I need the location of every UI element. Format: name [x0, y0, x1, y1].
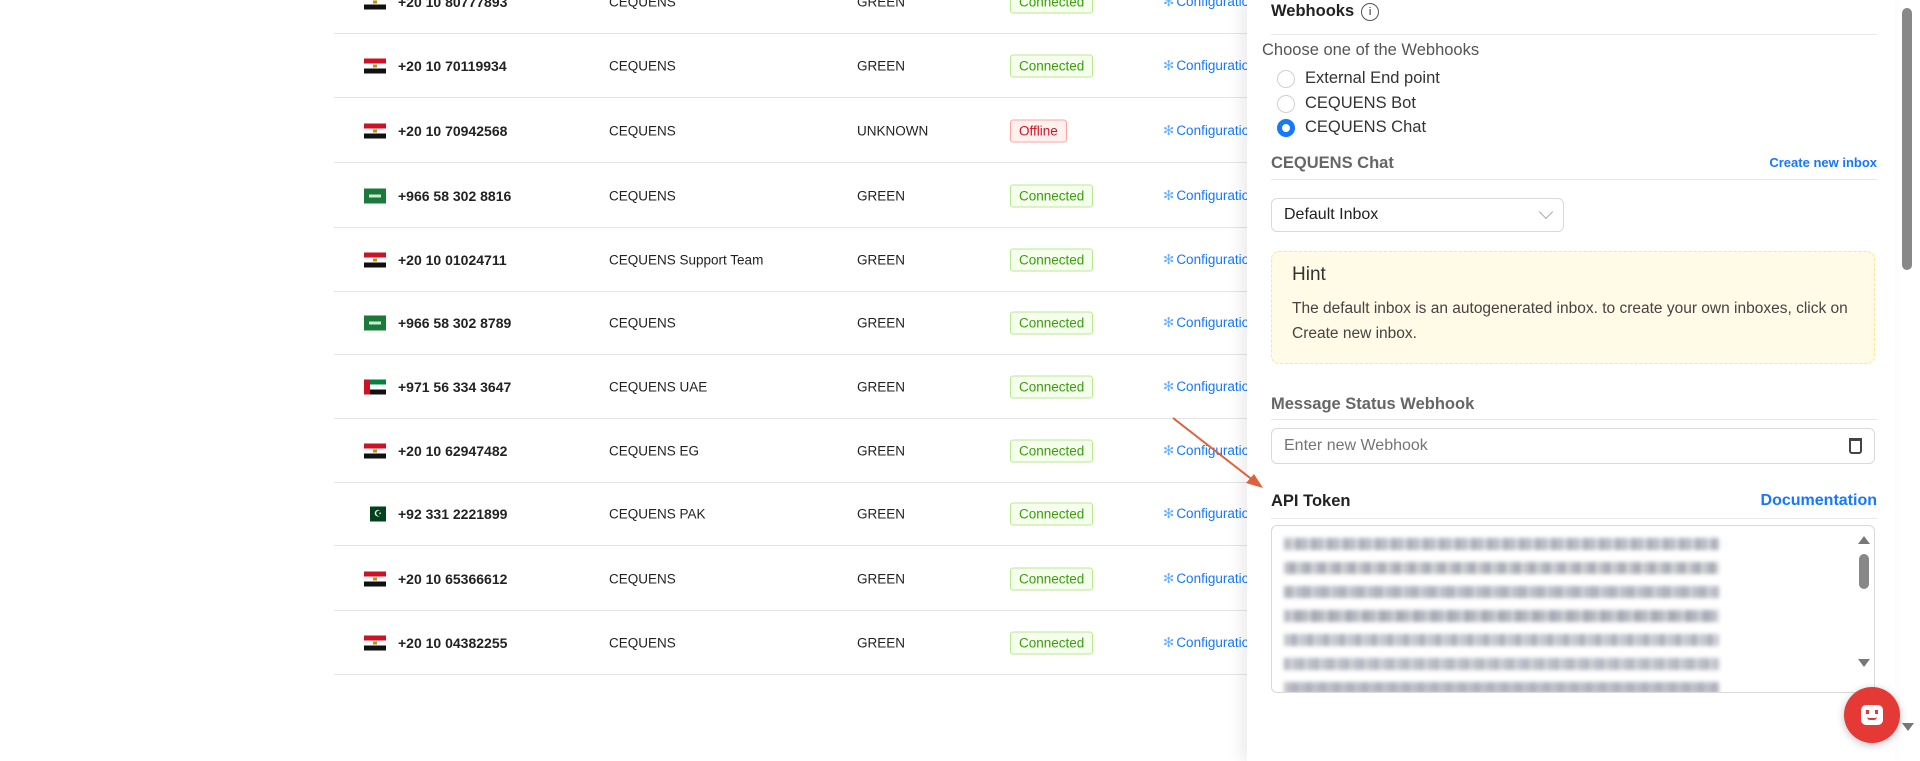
chat-bot-icon: [1861, 705, 1883, 725]
page-scroll-thumb[interactable]: [1902, 8, 1912, 270]
annotation-arrow: [1172, 417, 1263, 488]
page-scroll-down-icon[interactable]: [1902, 723, 1914, 731]
chat-support-button[interactable]: [1844, 687, 1900, 743]
page-scrollbar[interactable]: [1900, 0, 1916, 761]
